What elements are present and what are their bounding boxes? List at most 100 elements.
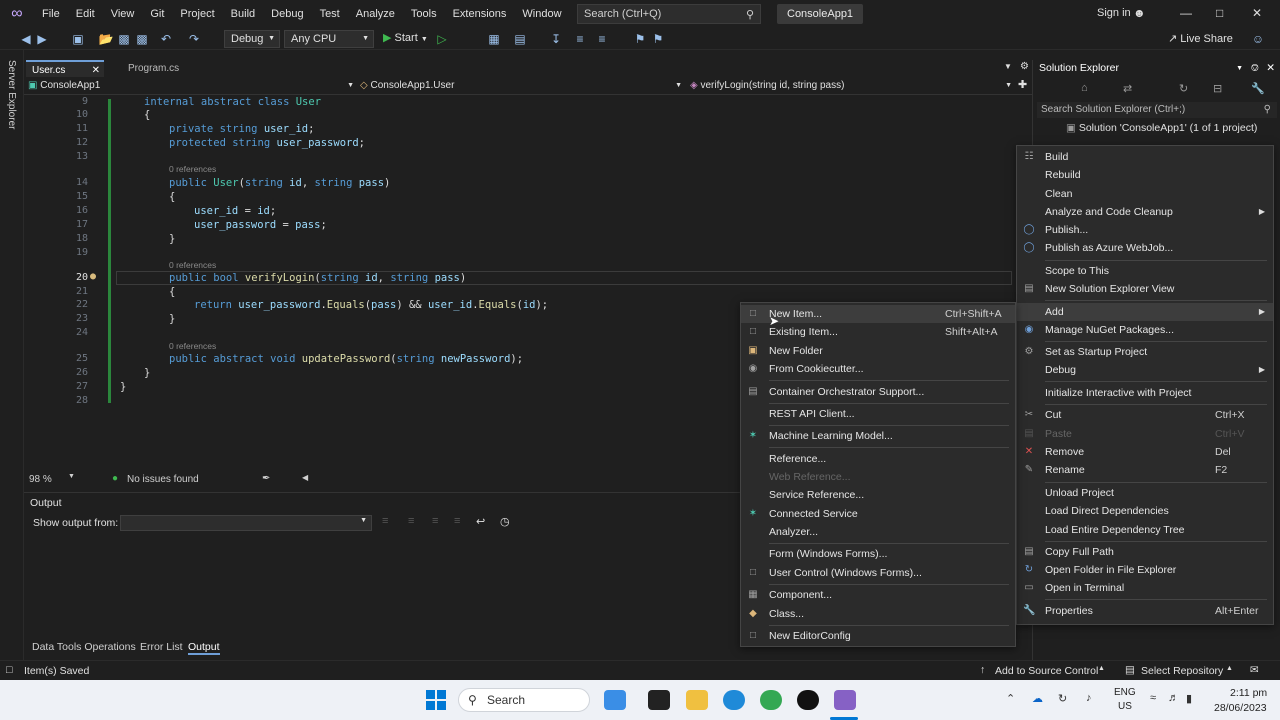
- taskbar-search-input[interactable]: ⚲ Search: [458, 688, 590, 712]
- notifications-icon[interactable]: ✉: [1250, 664, 1259, 676]
- menu-item-copy-full-path[interactable]: ▤ Copy Full Path: [1017, 543, 1273, 561]
- wifi-icon[interactable]: ≈: [1150, 692, 1156, 704]
- clear-all-icon[interactable]: ≡: [454, 515, 460, 527]
- menu-item-reference[interactable]: Reference...: [741, 450, 1015, 468]
- menu-item-open-terminal[interactable]: ▭ Open in Terminal: [1017, 579, 1273, 597]
- word-wrap-icon[interactable]: ↩: [476, 515, 485, 528]
- start-button[interactable]: ▶ Start ▼: [383, 31, 428, 44]
- volume-icon[interactable]: ♬: [1168, 692, 1179, 704]
- output-source-dropdown[interactable]: ▼: [120, 515, 372, 531]
- menu-item-rest-api-client[interactable]: REST API Client...: [741, 405, 1015, 423]
- menu-item-scope-to-this[interactable]: Scope to This: [1017, 262, 1273, 280]
- menu-item-remove[interactable]: ✕ Remove Del: [1017, 443, 1273, 461]
- bookmark-icon[interactable]: ⚑: [632, 31, 648, 47]
- save-all-icon[interactable]: ▩: [134, 31, 150, 47]
- windows-start-icon[interactable]: [426, 690, 446, 710]
- sync-icon[interactable]: ↻: [1058, 692, 1067, 705]
- menu-item-build[interactable]: ☷ Build: [1017, 148, 1273, 166]
- menu-git[interactable]: Git: [142, 0, 172, 28]
- menu-item-analyzer[interactable]: Analyzer...: [741, 523, 1015, 541]
- menu-item-debug[interactable]: Debug ▶: [1017, 361, 1273, 379]
- menu-item-manage-nuget[interactable]: ◉ Manage NuGet Packages...: [1017, 321, 1273, 339]
- project-dropdown[interactable]: ▣ ConsoleApp1 ▼: [28, 78, 354, 94]
- configuration-dropdown[interactable]: Debug ▼: [224, 30, 280, 48]
- menu-extensions[interactable]: Extensions: [445, 0, 515, 28]
- menu-item-publish[interactable]: ◯ Publish...: [1017, 221, 1273, 239]
- comment-icon[interactable]: ≡: [572, 31, 588, 47]
- menu-edit[interactable]: Edit: [68, 0, 103, 28]
- microphone-icon[interactable]: ♪: [1086, 692, 1092, 704]
- edge-browser-icon[interactable]: [723, 690, 745, 710]
- menu-view[interactable]: View: [103, 0, 143, 28]
- code-lens-references[interactable]: 0 references: [169, 164, 216, 174]
- code-lens-references[interactable]: 0 references: [169, 341, 216, 351]
- chevron-down-icon[interactable]: ▼: [1236, 60, 1243, 77]
- pin-icon[interactable]: ⎊: [1251, 60, 1259, 77]
- menu-item-ml-model[interactable]: ✶ Machine Learning Model...: [741, 427, 1015, 445]
- file-explorer-icon[interactable]: [686, 690, 708, 710]
- class-dropdown[interactable]: ◇ ConsoleApp1.User ▼: [360, 78, 682, 94]
- menu-item-cut[interactable]: ✂ Cut Ctrl+X: [1017, 406, 1273, 424]
- menu-item-new-folder[interactable]: ▣ New Folder: [741, 342, 1015, 360]
- tab-data-tools-operations[interactable]: Data Tools Operations: [32, 641, 136, 653]
- menu-item-from-cookiecutter[interactable]: ◉ From Cookiecutter...: [741, 360, 1015, 378]
- tab-overflow-icon[interactable]: ▼: [1004, 62, 1012, 71]
- tab-error-list[interactable]: Error List: [140, 641, 183, 653]
- menu-build[interactable]: Build: [223, 0, 263, 28]
- close-icon[interactable]: ✕: [1266, 60, 1275, 77]
- menu-debug[interactable]: Debug: [263, 0, 311, 28]
- code-lens-references[interactable]: 0 references: [169, 260, 216, 270]
- member-dropdown[interactable]: ◈ verifyLogin(string id, string pass) ▼: [690, 78, 1012, 94]
- start-without-debugging-icon[interactable]: ▷: [434, 31, 450, 47]
- menu-item-windows-form[interactable]: Form (Windows Forms)...: [741, 545, 1015, 563]
- bookmark-prev-icon[interactable]: ⚑: [650, 31, 666, 47]
- tab-program-cs[interactable]: Program.cs: [122, 60, 185, 77]
- lightbulb-icon[interactable]: ●: [90, 271, 96, 282]
- close-icon[interactable]: ✕: [1252, 6, 1262, 20]
- menu-tools[interactable]: Tools: [403, 0, 445, 28]
- menu-item-existing-item[interactable]: □ Existing Item... Shift+Alt+A: [741, 323, 1015, 341]
- chevron-down-icon[interactable]: ▼: [68, 473, 75, 480]
- scroll-left-icon[interactable]: ◀: [302, 473, 308, 482]
- menu-item-service-reference[interactable]: Service Reference...: [741, 486, 1015, 504]
- menu-item-analyze-cleanup[interactable]: Analyze and Code Cleanup ▶: [1017, 203, 1273, 221]
- menu-item-rename[interactable]: ✎ Rename F2: [1017, 461, 1273, 479]
- menu-item-initialize-interactive[interactable]: Initialize Interactive with Project: [1017, 384, 1273, 402]
- menu-item-open-folder[interactable]: ↻ Open Folder in File Explorer: [1017, 561, 1273, 579]
- tab-output[interactable]: Output: [188, 641, 220, 655]
- battery-icon[interactable]: ▮: [1186, 692, 1192, 705]
- menu-item-new-solution-view[interactable]: ▤ New Solution Explorer View: [1017, 280, 1273, 298]
- feedback-icon[interactable]: ☺: [1250, 31, 1266, 47]
- onedrive-icon[interactable]: ☁: [1032, 692, 1043, 705]
- sign-in-link[interactable]: Sign in: [1097, 7, 1131, 19]
- menu-item-user-control[interactable]: □ User Control (Windows Forms)...: [741, 564, 1015, 582]
- chrome-browser-icon[interactable]: [760, 690, 782, 710]
- menu-item-load-tree[interactable]: Load Entire Dependency Tree: [1017, 521, 1273, 539]
- menu-item-set-startup[interactable]: ⚙ Set as Startup Project: [1017, 343, 1273, 361]
- solution-root-node[interactable]: ▣ Solution 'ConsoleApp1' (1 of 1 project…: [1066, 122, 1257, 134]
- chevron-up-icon[interactable]: ⌃: [1006, 692, 1015, 705]
- redo-icon[interactable]: ↷: [186, 31, 202, 47]
- menu-window[interactable]: Window: [514, 0, 569, 28]
- browse-icon[interactable]: ▦: [486, 31, 502, 47]
- global-search-input[interactable]: Search (Ctrl+Q) ⚲: [577, 4, 761, 24]
- tab-user-cs[interactable]: User.cs ✕: [26, 60, 104, 77]
- platform-dropdown[interactable]: Any CPU ▼: [284, 30, 374, 48]
- menu-analyze[interactable]: Analyze: [348, 0, 403, 28]
- account-icon[interactable]: ☻: [1133, 6, 1146, 20]
- clock-time[interactable]: 2:11 pm: [1230, 687, 1267, 699]
- menu-item-container-support[interactable]: ▤ Container Orchestrator Support...: [741, 383, 1015, 401]
- find-message-icon[interactable]: ≡: [382, 515, 388, 527]
- minimize-icon[interactable]: —: [1180, 6, 1192, 20]
- menu-item-properties[interactable]: 🔧 Properties Alt+Enter: [1017, 602, 1273, 620]
- menu-item-clean[interactable]: Clean: [1017, 185, 1273, 203]
- step-icon[interactable]: ↧: [548, 31, 564, 47]
- github-icon[interactable]: [797, 690, 819, 710]
- menu-item-class[interactable]: ◆ Class...: [741, 605, 1015, 623]
- wrench-icon[interactable]: 🔧: [1251, 82, 1265, 95]
- new-project-icon[interactable]: ▣: [70, 31, 86, 47]
- menu-item-new-item[interactable]: □ New Item... Ctrl+Shift+A: [741, 305, 1015, 323]
- gear-icon[interactable]: ⚙: [1020, 61, 1029, 72]
- live-share-button[interactable]: ↗ Live Share: [1168, 32, 1233, 45]
- sync-icon[interactable]: ⇄: [1123, 82, 1132, 95]
